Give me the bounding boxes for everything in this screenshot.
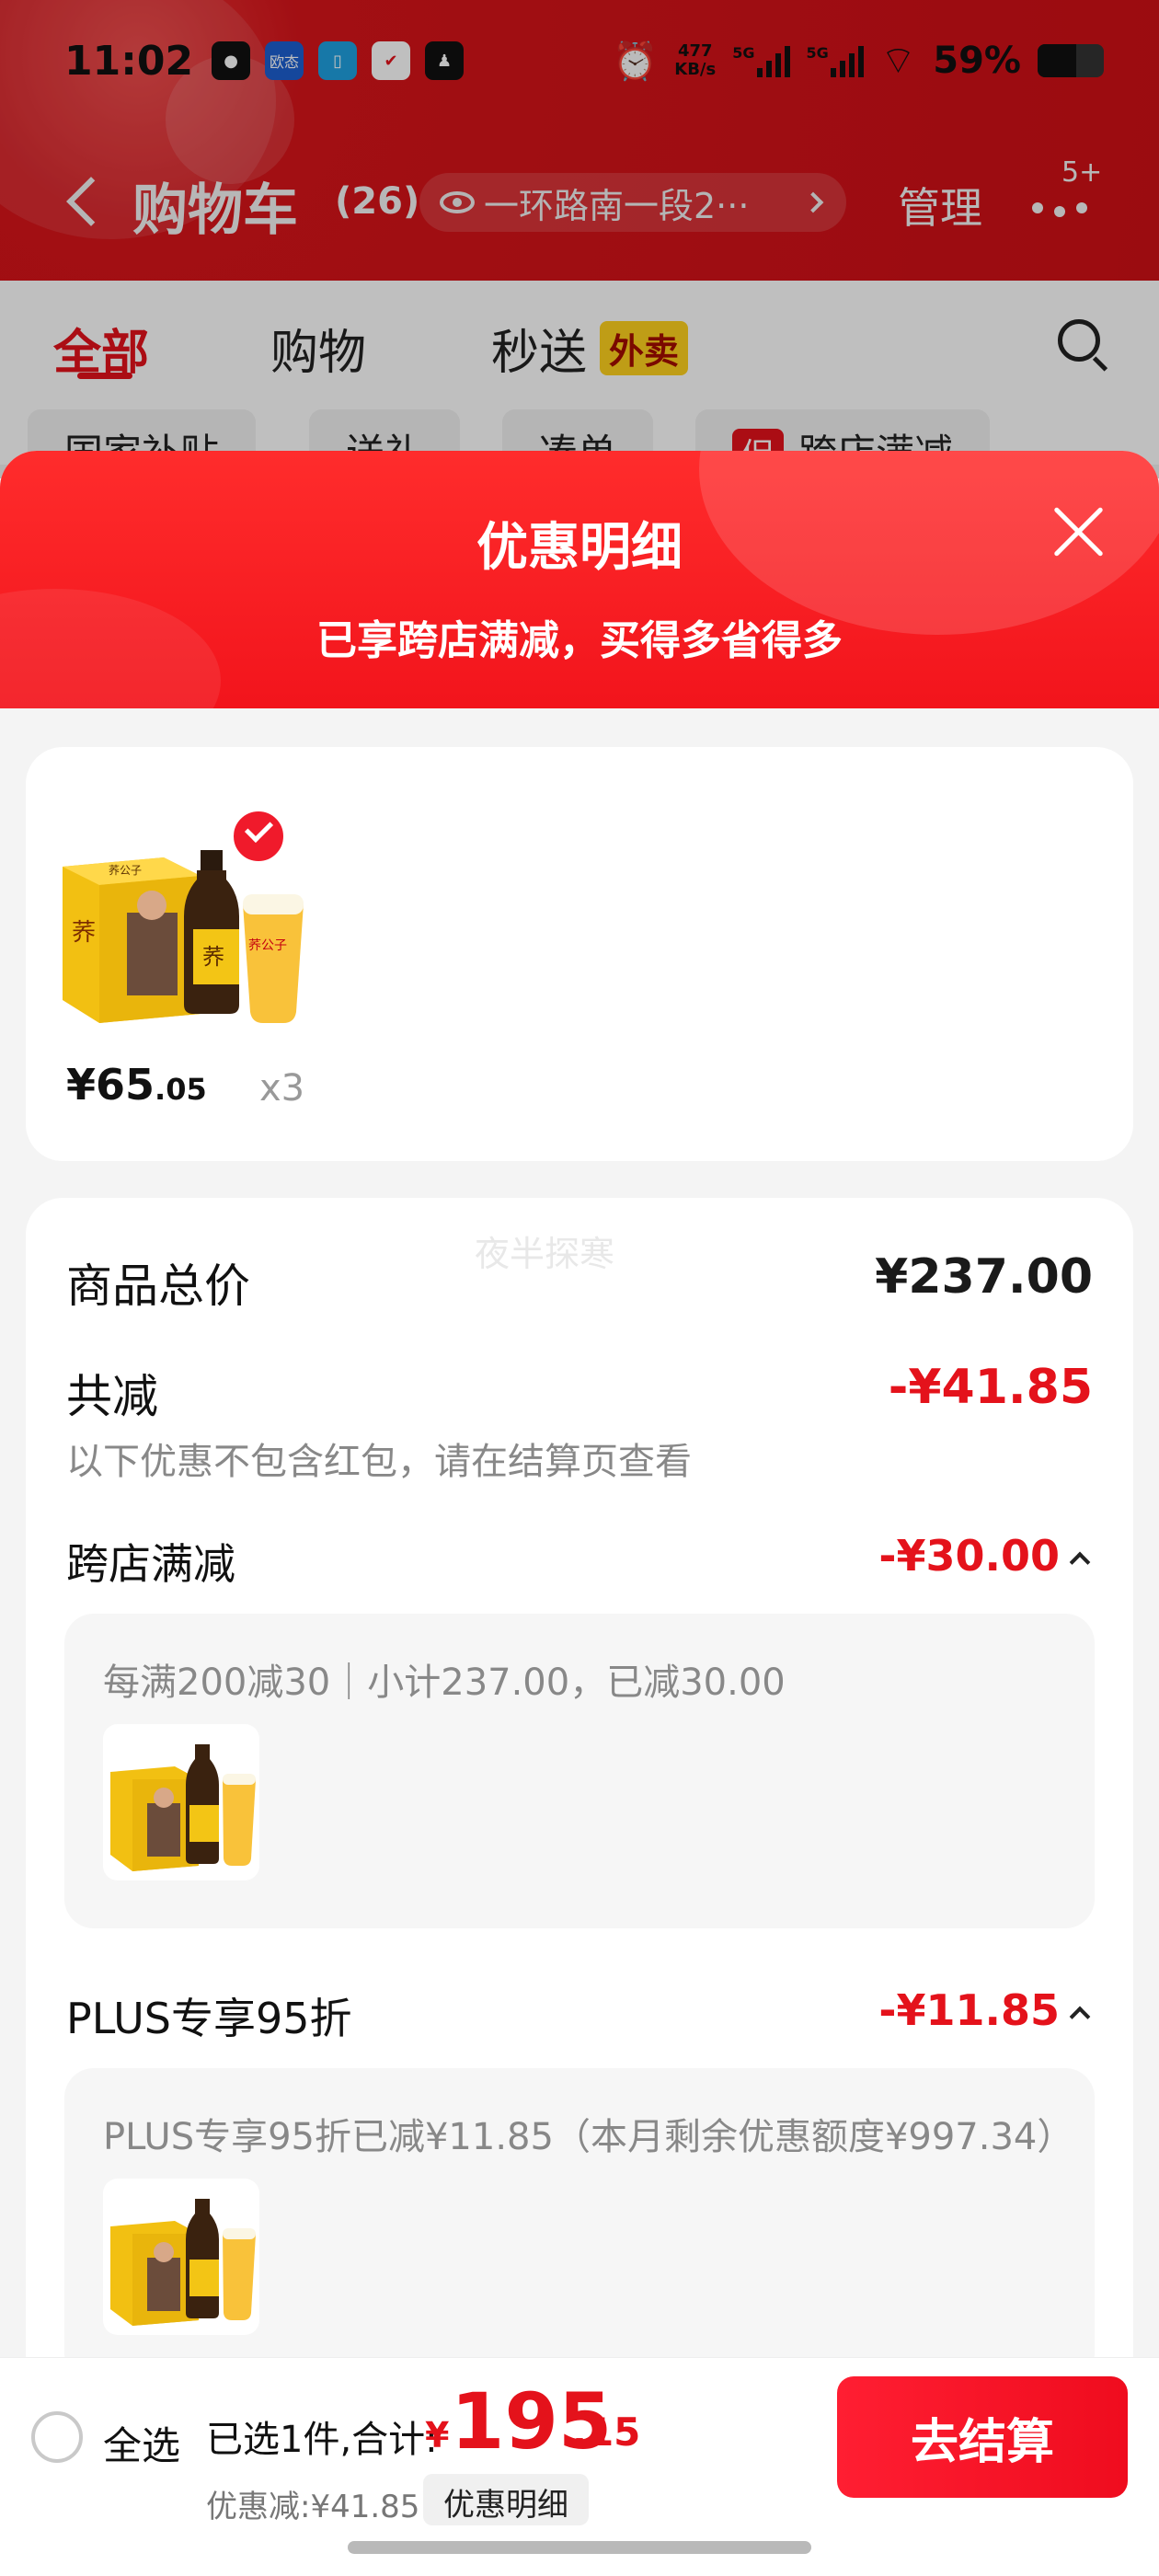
select-all-label[interactable]: 全选: [103, 2415, 180, 2471]
product-thumbnail[interactable]: [103, 2179, 259, 2335]
box-brand-text: 荞公子: [109, 864, 142, 877]
product-price: ¥65.05: [66, 1060, 207, 1110]
close-icon[interactable]: [1050, 504, 1106, 559]
checkout-button[interactable]: 去结算: [837, 2376, 1128, 2498]
discount-detail-sheet: 优惠明细 已享跨店满减，买得多省得多 荞 荞公子 荞 荞公子 ¥65.05 x3…: [0, 451, 1159, 2576]
watermark: 夜半探寒: [475, 1234, 615, 1274]
caret-up-icon[interactable]: [1069, 1551, 1091, 1573]
discount-amount: 优惠减:¥41.85: [206, 2489, 420, 2525]
sheet-subtitle: 已享跨店满减，买得多省得多: [316, 617, 843, 664]
goods-total-label: 商品总价: [66, 1259, 250, 1313]
plus-discount-value: -¥11.85: [878, 1985, 1060, 2035]
total-reduce-value: -¥41.85: [888, 1360, 1093, 1415]
plus-discount-detail: PLUS专享95折已减¥11.85（本月剩余优惠额度¥997.34）: [64, 2068, 1095, 2383]
sheet-title: 优惠明细: [476, 518, 683, 578]
sheet-header: 优惠明细 已享跨店满减，买得多省得多: [0, 451, 1159, 708]
plus-discount-detail-text: PLUS专享95折已减¥11.85（本月剩余优惠额度¥997.34）: [103, 2116, 1074, 2158]
home-indicator[interactable]: [348, 2541, 811, 2554]
plus-discount-label: PLUS专享95折: [66, 1994, 352, 2043]
reduce-note: 以下优惠不包含红包，请在结算页查看: [66, 1441, 692, 1483]
cross-store-detail: 每满200减30｜小计237.00，已减30.00: [64, 1614, 1095, 1928]
product-thumbnail[interactable]: [103, 1724, 259, 1880]
product-quantity: x3: [259, 1067, 305, 1110]
cross-store-value: -¥30.00: [878, 1531, 1060, 1581]
goods-total-value: ¥237.00: [875, 1249, 1093, 1305]
radio-icon[interactable]: [31, 2411, 83, 2463]
glass-brand-text: 荞公子: [248, 938, 287, 953]
svg-text:荞: 荞: [72, 919, 96, 947]
product-thumb-image: [110, 1744, 256, 1871]
product-thumb-image: [110, 2199, 256, 2326]
caret-up-icon[interactable]: [1069, 2006, 1091, 2028]
modal-overlay[interactable]: [0, 0, 1159, 478]
price-decimal: .05: [155, 1072, 207, 1107]
total-reduce-label: 共减: [66, 1370, 158, 1423]
price-main: ¥65: [66, 1060, 155, 1110]
cross-store-detail-text: 每满200减30｜小计237.00，已减30.00: [103, 1662, 786, 1704]
total-currency: ¥: [425, 2415, 450, 2455]
svg-text:荞: 荞: [202, 944, 224, 970]
total-decimal: .15: [572, 2409, 641, 2455]
check-icon: [230, 808, 287, 865]
product-card: 荞 荞公子 荞 荞公子 ¥65.05 x3: [26, 747, 1133, 1161]
discount-detail-button[interactable]: 优惠明细: [423, 2474, 589, 2525]
cross-store-label: 跨店满减: [66, 1539, 235, 1589]
selected-info: 已选1件,合计:: [206, 2419, 438, 2461]
